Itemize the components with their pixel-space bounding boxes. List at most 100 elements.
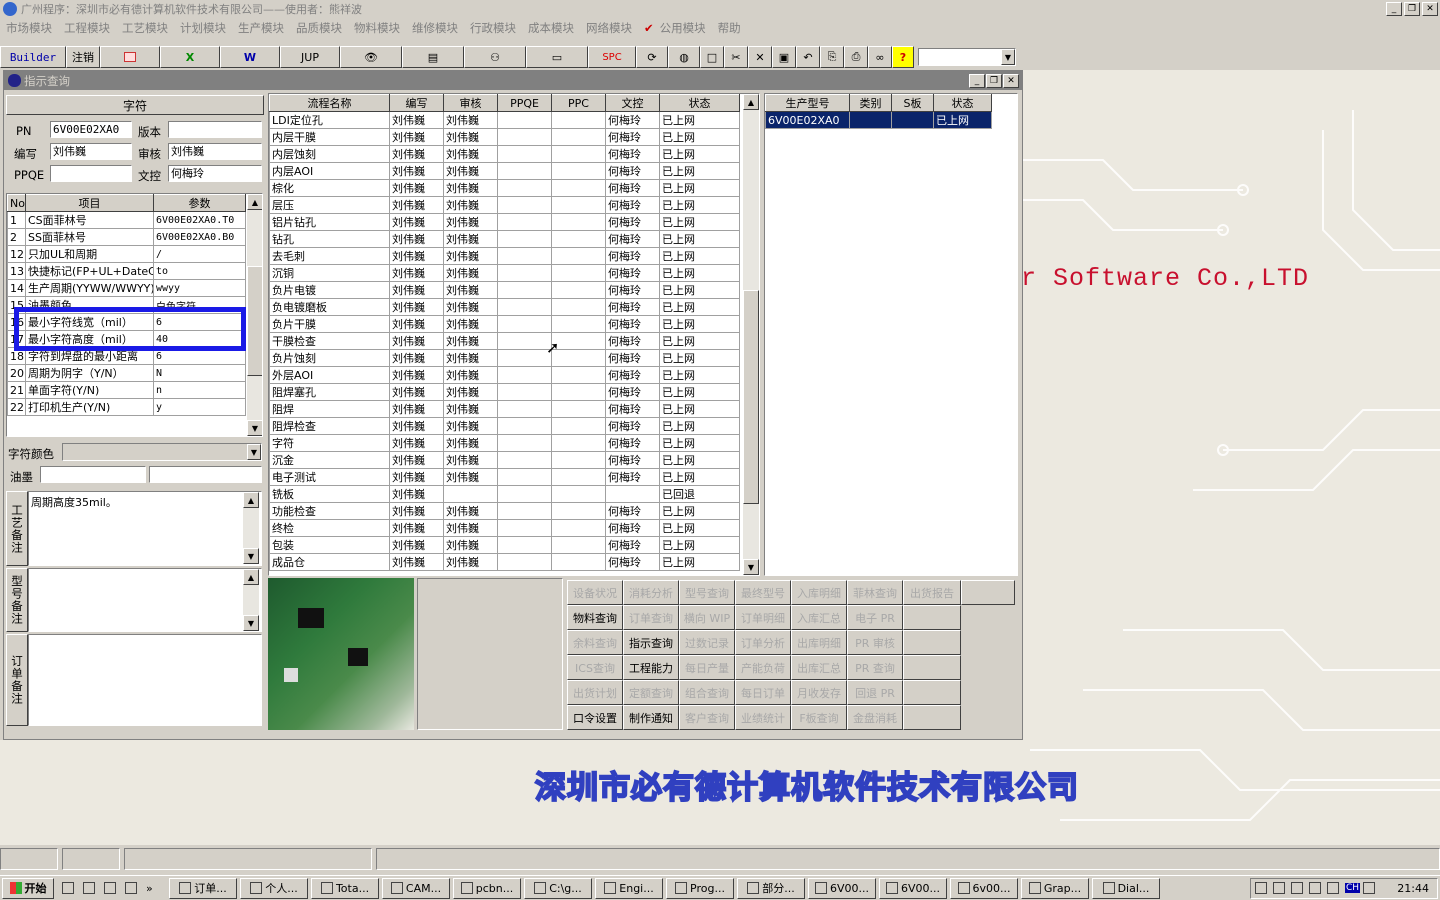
menu-item[interactable]: 工艺模块: [122, 20, 168, 36]
function-button[interactable]: 工程能力: [623, 655, 679, 680]
dc-field[interactable]: 何梅玲: [168, 165, 262, 182]
toolbar-combo[interactable]: ▼: [918, 48, 1016, 66]
taskbar-button[interactable]: Grap...: [1021, 877, 1089, 899]
preview-icon[interactable]: ⎘: [820, 46, 844, 68]
ppqe-field[interactable]: [50, 165, 132, 182]
print-icon[interactable]: ⎙: [844, 46, 868, 68]
menu-item[interactable]: 生产模块: [238, 20, 284, 36]
scroll-up-icon[interactable]: ▲: [243, 492, 259, 508]
table-row[interactable]: 沉铜 刘伟巍 刘伟巍 何梅玲 已上网: [269, 264, 740, 282]
function-button[interactable]: 客户查询: [679, 705, 735, 730]
jup-button[interactable]: JUP: [280, 46, 340, 68]
function-button[interactable]: 入库汇总: [791, 605, 847, 630]
table-row[interactable]: 12 只加UL和周期 /: [7, 245, 246, 263]
table-row[interactable]: 2 SS面菲林号 6V00E02XA0.B0: [7, 228, 246, 246]
order-notes-field[interactable]: [28, 634, 262, 726]
column-header[interactable]: No: [7, 194, 26, 212]
scroll-thumb[interactable]: [247, 266, 262, 376]
function-button[interactable]: 回退 PR: [847, 680, 903, 705]
function-button[interactable]: 出货报告: [903, 580, 961, 605]
menu-item[interactable]: 物料模块: [354, 20, 400, 36]
table-row[interactable]: 铝片钻孔 刘伟巍 刘伟巍 何梅玲 已上网: [269, 213, 740, 231]
ime-indicator[interactable]: CH: [1345, 883, 1361, 893]
column-header[interactable]: 状态: [933, 94, 992, 112]
scroll-up-icon[interactable]: ▲: [243, 569, 259, 585]
table-row[interactable]: 字符 刘伟巍 刘伟巍 何梅玲 已上网: [269, 434, 740, 452]
taskbar-button[interactable]: Tota...: [311, 877, 379, 899]
function-button[interactable]: 最终型号: [735, 580, 791, 605]
table-row[interactable]: 负片蚀刻 刘伟巍 刘伟巍 何梅玲 已上网: [269, 349, 740, 367]
quick-launch-icon[interactable]: [83, 882, 95, 894]
table-row[interactable]: 干膜检查 刘伟巍 刘伟巍 何梅玲 已上网: [269, 332, 740, 350]
function-button[interactable]: 余料查询: [567, 630, 623, 655]
taskbar-button[interactable]: C:\g...: [524, 877, 592, 899]
table-row[interactable]: 13 快捷标记(FP+UL+DateCo to: [7, 262, 246, 280]
taskbar-button[interactable]: Dial...: [1092, 877, 1160, 899]
window-minimize-button[interactable]: _: [969, 73, 985, 88]
globe-icon[interactable]: ◍: [668, 46, 700, 68]
char-color-select[interactable]: ▼: [62, 443, 262, 461]
tray-icon[interactable]: [1273, 882, 1285, 894]
logout-button[interactable]: 注销: [66, 46, 100, 68]
author-field[interactable]: 刘伟巍: [50, 143, 132, 160]
menu-item[interactable]: 计划模块: [180, 20, 226, 36]
excel-icon[interactable]: X: [160, 46, 220, 68]
column-header[interactable]: 审核: [443, 94, 498, 112]
refresh-icon[interactable]: ⟳: [636, 46, 668, 68]
chevron-right-icon[interactable]: »: [146, 882, 153, 895]
column-header[interactable]: 类别: [849, 94, 892, 112]
function-button[interactable]: 制作通知: [623, 705, 679, 730]
table-row[interactable]: 层压 刘伟巍 刘伟巍 何梅玲 已上网: [269, 196, 740, 214]
taskbar-button[interactable]: 6V00...: [808, 877, 876, 899]
table-row[interactable]: 内层干膜 刘伟巍 刘伟巍 何梅玲 已上网: [269, 128, 740, 146]
table-row[interactable]: 去毛刺 刘伟巍 刘伟巍 何梅玲 已上网: [269, 247, 740, 265]
table-row[interactable]: 棕化 刘伟巍 刘伟巍 何梅玲 已上网: [269, 179, 740, 197]
menu-item[interactable]: 维修模块: [412, 20, 458, 36]
function-button[interactable]: [903, 680, 961, 705]
function-button[interactable]: 出库汇总: [791, 655, 847, 680]
function-button[interactable]: 横向 WIP: [679, 605, 735, 630]
table-row[interactable]: 功能检查 刘伟巍 刘伟巍 何梅玲 已上网: [269, 502, 740, 520]
model-notes-field[interactable]: ▲ ▼: [28, 568, 262, 632]
taskbar-button[interactable]: pcbn...: [453, 877, 521, 899]
function-button[interactable]: [903, 605, 961, 630]
new-file-icon[interactable]: □: [700, 46, 724, 68]
cut-icon[interactable]: ✂: [724, 46, 748, 68]
column-header[interactable]: 参数: [153, 194, 246, 212]
taskbar-button[interactable]: 订单...: [169, 877, 237, 899]
function-button[interactable]: 订单查询: [623, 605, 679, 630]
column-header[interactable]: 文控: [605, 94, 660, 112]
flow-scrollbar[interactable]: ▲ ▼: [743, 94, 759, 575]
column-header[interactable]: PPC: [551, 94, 606, 112]
menu-item[interactable]: 行政模块: [470, 20, 516, 36]
taskbar-button[interactable]: Engi...: [595, 877, 663, 899]
menu-item[interactable]: 公用模块: [660, 20, 706, 36]
save-icon[interactable]: ▣: [772, 46, 796, 68]
table-row[interactable]: 阻焊 刘伟巍 刘伟巍 何梅玲 已上网: [269, 400, 740, 418]
window-restore-button[interactable]: ❐: [986, 73, 1002, 88]
function-button[interactable]: PR 审核: [847, 630, 903, 655]
function-button[interactable]: PR 查询: [847, 655, 903, 680]
computer-icon[interactable]: ▭: [526, 46, 588, 68]
function-button[interactable]: 过数记录: [679, 630, 735, 655]
function-button[interactable]: [903, 655, 961, 680]
taskbar-button[interactable]: CAM...: [382, 877, 450, 899]
function-button[interactable]: 产能负荷: [735, 655, 791, 680]
menu-item[interactable]: 市场模块: [6, 20, 52, 36]
column-header[interactable]: 流程名称: [269, 94, 390, 112]
table-row[interactable]: 21 单面字符(Y/N) n: [7, 381, 246, 399]
function-button[interactable]: 物料查询: [567, 605, 623, 630]
function-button[interactable]: 菲林查询: [847, 580, 903, 605]
function-button[interactable]: 定额查询: [623, 680, 679, 705]
menu-item[interactable]: 品质模块: [296, 20, 342, 36]
minimize-button[interactable]: _: [1386, 2, 1402, 16]
table-row[interactable]: 阻焊塞孔 刘伟巍 刘伟巍 何梅玲 已上网: [269, 383, 740, 401]
column-header[interactable]: 项目: [25, 194, 154, 212]
column-header[interactable]: 生产型号: [765, 94, 850, 112]
scroll-up-icon[interactable]: ▲: [743, 94, 759, 110]
review-field[interactable]: 刘伟巍: [168, 143, 262, 160]
table-row[interactable]: 电子测试 刘伟巍 刘伟巍 何梅玲 已上网: [269, 468, 740, 486]
table-row[interactable]: 1 CS面菲林号 6V00E02XA0.T0: [7, 211, 246, 229]
menu-item[interactable]: 工程模块: [64, 20, 110, 36]
cabinet-icon[interactable]: ▤: [402, 46, 464, 68]
